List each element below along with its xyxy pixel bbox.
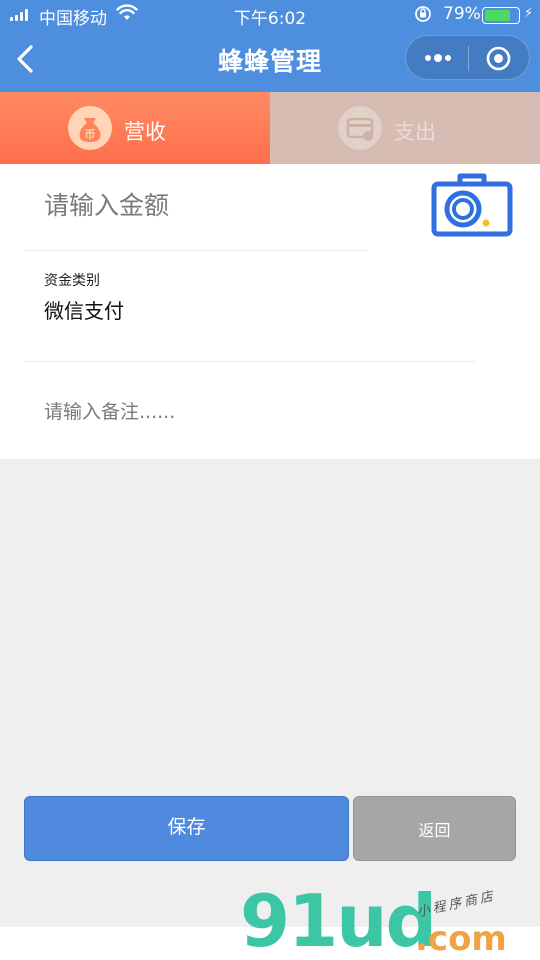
watermark-logo-text: 91ud — [240, 879, 437, 960]
entry-form: 请输入金额 资金类别 微信支付 请输入备注...... — [0, 164, 540, 459]
orientation-lock-icon — [415, 6, 431, 22]
camera-icon[interactable] — [430, 168, 514, 238]
money-bag-icon: 币 — [68, 106, 112, 150]
close-target-icon[interactable] — [486, 46, 511, 71]
svg-text:币: 币 — [85, 128, 96, 141]
capsule-divider — [468, 46, 469, 71]
top-bar: 中国移动 下午6:02 79% ⚡ 蜂蜂管理 — [0, 0, 540, 92]
amount-input[interactable]: 请输入金额 — [44, 186, 169, 222]
mini-program-capsule — [405, 35, 530, 80]
status-bar: 中国移动 下午6:02 79% ⚡ — [0, 0, 540, 30]
battery-icon — [482, 7, 520, 24]
tab-income-label: 营收 — [124, 120, 166, 144]
card-icon — [338, 106, 382, 150]
type-tabs: 币 营收 支出 — [0, 92, 540, 164]
save-button[interactable]: 保存 — [24, 796, 349, 861]
divider — [24, 361, 476, 362]
divider — [24, 250, 368, 251]
watermark-logo: 91ud 小程序商店 .com — [240, 885, 530, 960]
tab-income[interactable]: 币 营收 — [0, 92, 270, 164]
watermark-suffix: .com — [415, 919, 507, 959]
remark-input[interactable]: 请输入备注...... — [44, 397, 175, 424]
back-button[interactable]: 返回 — [353, 796, 516, 861]
fund-category-select[interactable]: 微信支付 — [44, 295, 124, 324]
tab-expense-label: 支出 — [394, 120, 436, 144]
tab-expense[interactable]: 支出 — [270, 92, 540, 164]
more-icon[interactable] — [424, 49, 452, 67]
fund-category-label: 资金类别 — [44, 273, 100, 289]
battery-percent: 79% — [443, 4, 481, 24]
charging-icon: ⚡ — [524, 6, 534, 21]
